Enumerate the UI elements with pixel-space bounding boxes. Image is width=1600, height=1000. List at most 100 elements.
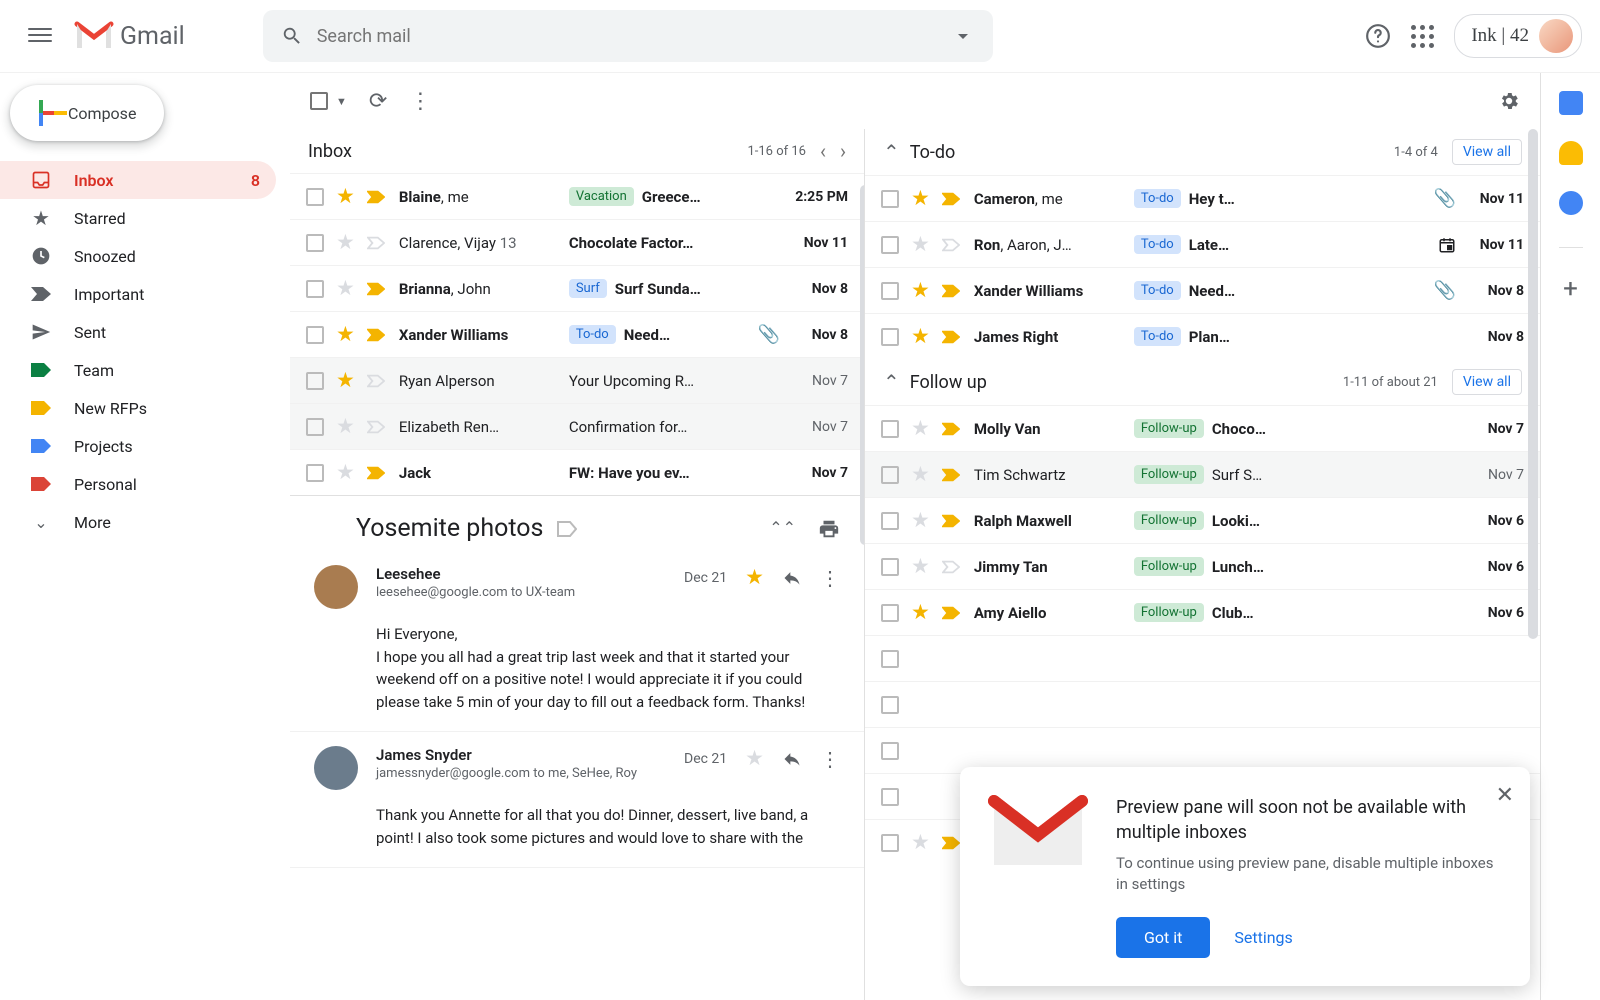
star-icon[interactable]: ★ [911,508,930,533]
menu-icon[interactable] [18,14,62,58]
star-icon[interactable]: ★ [911,600,930,625]
more-icon[interactable]: ⋮ [409,89,431,114]
message-more-icon[interactable]: ⋮ [820,566,840,590]
row-checkbox[interactable] [306,234,324,252]
label-chip[interactable]: Follow-up [1134,557,1204,576]
star-icon[interactable]: ★ [336,276,355,301]
label-chip[interactable]: To-do [1134,327,1181,346]
nav-important[interactable]: Important [0,275,276,313]
row-checkbox[interactable] [881,650,899,668]
important-icon[interactable] [942,192,960,206]
star-icon[interactable]: ★ [911,278,930,303]
star-icon[interactable]: ★ [911,830,930,855]
reply-icon[interactable] [782,749,802,769]
nav-more[interactable]: ⌄ More [0,503,276,541]
message[interactable]: Leesehee leesehee@google.com to UX-team … [290,551,864,732]
email-row[interactable]: ★ Molly Van Follow-up Choco… Nov 7 [865,405,1540,451]
collapse-icon[interactable]: ⌃ [883,370,900,394]
star-icon[interactable]: ★ [911,416,930,441]
email-row[interactable]: ★ Jimmy Tan Follow-up Lunch… Nov 6 [865,543,1540,589]
important-icon[interactable] [367,236,385,250]
important-icon[interactable] [367,282,385,296]
row-checkbox[interactable] [881,834,899,852]
star-icon[interactable]: ★ [336,230,355,255]
important-icon[interactable] [942,238,960,252]
label-chip[interactable]: To-do [1134,235,1181,254]
row-checkbox[interactable] [306,188,324,206]
row-checkbox[interactable] [881,512,899,530]
email-row[interactable]: ★ Ryan Alperson Your Upcoming R… Nov 7 [290,357,864,403]
label-chip[interactable]: Follow-up [1134,603,1204,622]
next-page-icon[interactable]: › [840,139,846,163]
row-checkbox[interactable] [881,420,899,438]
row-checkbox[interactable] [881,236,899,254]
nav-personal[interactable]: Personal [0,465,276,503]
gmail-logo[interactable]: Gmail [74,21,185,51]
star-icon[interactable]: ★ [336,322,355,347]
important-icon[interactable] [367,466,385,480]
important-icon[interactable] [367,190,385,204]
star-icon[interactable]: ★ [745,565,764,590]
collapse-all-icon[interactable]: ⌃⌃ [769,518,796,540]
label-chip[interactable]: Follow-up [1134,465,1204,484]
label-chip[interactable]: Surf [569,279,607,298]
search-input[interactable] [317,26,951,47]
important-icon[interactable] [942,836,960,850]
star-icon[interactable]: ★ [911,186,930,211]
important-icon[interactable] [942,560,960,574]
label-icon[interactable] [557,521,577,537]
email-row[interactable]: ★ Tim Schwartz Follow-up Surf S… Nov 7 [865,451,1540,497]
important-icon[interactable] [942,284,960,298]
add-addon-icon[interactable]: + [1563,274,1578,304]
star-icon[interactable]: ★ [911,462,930,487]
row-checkbox[interactable] [881,282,899,300]
print-icon[interactable] [818,518,840,540]
label-chip[interactable]: Follow-up [1134,511,1204,530]
apps-icon[interactable] [1411,25,1434,48]
email-row[interactable]: ★ Ralph Maxwell Follow-up Looki… Nov 6 [865,497,1540,543]
star-icon[interactable]: ★ [336,368,355,393]
close-icon[interactable]: ✕ [1496,783,1514,808]
star-icon[interactable]: ★ [911,232,930,257]
nav-sent[interactable]: Sent [0,313,276,351]
keep-icon[interactable] [1559,141,1583,165]
important-icon[interactable] [942,468,960,482]
view-all-button[interactable]: View all [1452,369,1522,395]
select-dropdown-icon[interactable]: ▼ [336,95,347,108]
star-icon[interactable]: ★ [336,460,355,485]
prev-page-icon[interactable]: ‹ [820,139,826,163]
nav-projects[interactable]: Projects [0,427,276,465]
message-more-icon[interactable]: ⋮ [820,747,840,771]
nav-starred[interactable]: ★ Starred [0,199,276,237]
email-row[interactable]: ★ Jack FW: Have you ev… Nov 7 [290,449,864,495]
nav-new rfps[interactable]: New RFPs [0,389,276,427]
message[interactable]: James Snyder jamessnyder@google.com to m… [290,732,864,868]
important-icon[interactable] [942,514,960,528]
label-chip[interactable]: To-do [1134,281,1181,300]
important-icon[interactable] [367,328,385,342]
email-row[interactable]: ★ Xander Williams To-do Need… 📎 Nov 8 [290,311,864,357]
select-all-checkbox[interactable] [310,92,328,110]
profile-chip[interactable]: Ink | 42 [1454,14,1582,58]
important-icon[interactable] [942,606,960,620]
star-icon[interactable]: ★ [336,414,355,439]
search-box[interactable] [263,10,993,62]
nav-team[interactable]: Team [0,351,276,389]
label-chip[interactable]: To-do [569,325,616,344]
refresh-icon[interactable]: ⟳ [369,89,387,114]
email-row[interactable]: ★ Clarence, Vijay 13 Chocolate Factor… N… [290,219,864,265]
email-row[interactable]: ★ James Right To-do Plan… Nov 8 [865,313,1540,359]
row-checkbox[interactable] [881,328,899,346]
row-checkbox[interactable] [881,696,899,714]
settings-icon[interactable] [1498,90,1520,112]
row-checkbox[interactable] [881,190,899,208]
got-it-button[interactable]: Got it [1116,917,1210,958]
email-row[interactable] [865,635,1540,681]
calendar-icon[interactable] [1559,91,1583,115]
settings-link[interactable]: Settings [1234,928,1292,947]
star-icon[interactable]: ★ [745,746,764,771]
row-checkbox[interactable] [306,326,324,344]
row-checkbox[interactable] [881,558,899,576]
email-row[interactable]: ★ Blaine, me Vacation Greece… 2:25 PM [290,173,864,219]
compose-button[interactable]: Compose [10,85,164,141]
